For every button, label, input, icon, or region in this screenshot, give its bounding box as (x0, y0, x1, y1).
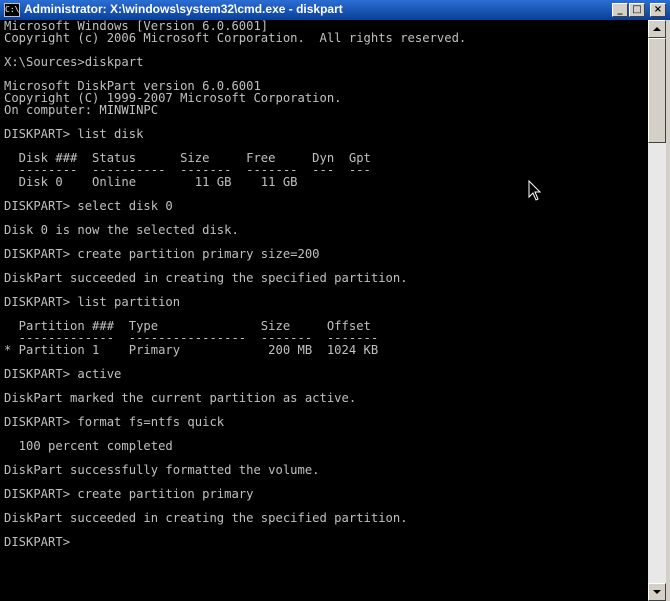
title-bar[interactable]: C:\ Administrator: X:\windows\system32\c… (0, 0, 670, 20)
console-line: On computer: MINWINPC (4, 103, 159, 117)
vertical-scrollbar[interactable] (648, 20, 666, 601)
console-line: DiskPart successfully formatted the volu… (4, 463, 320, 477)
console-line: DISKPART> list disk (4, 127, 144, 141)
cmd-icon[interactable]: C:\ (4, 3, 20, 17)
console-line: * Partition 1 Primary 200 MB 1024 KB (4, 343, 379, 357)
scroll-down-button[interactable] (648, 583, 666, 601)
console-line: 100 percent completed (4, 439, 173, 453)
console-line: DISKPART> format fs=ntfs quick (4, 415, 225, 429)
scroll-up-button[interactable] (648, 20, 666, 38)
mouse-pointer-icon (528, 180, 542, 201)
window-title: Administrator: X:\windows\system32\cmd.e… (24, 2, 343, 16)
console-output[interactable]: Microsoft Windows [Version 6.0.6001] Copy… (0, 20, 648, 601)
console-line: DISKPART> (4, 535, 71, 549)
maximize-button[interactable]: □ (629, 3, 645, 17)
down-arrow-icon (653, 590, 661, 594)
console-line: DiskPart succeeded in creating the speci… (4, 511, 408, 525)
up-arrow-icon (653, 27, 661, 31)
close-button[interactable]: × (650, 3, 666, 17)
console-text: Microsoft Windows [Version 6.0.6001] Copy… (4, 20, 466, 548)
console-line: DiskPart marked the current partition as… (4, 391, 357, 405)
window-border (666, 20, 670, 601)
console-line: Disk 0 Online 11 GB 11 GB (4, 175, 298, 189)
minimize-button[interactable]: _ (612, 3, 628, 17)
scrollbar-thumb[interactable] (648, 38, 666, 143)
console-line: Copyright (c) 2006 Microsoft Corporation… (4, 31, 467, 45)
cmd-window: C:\ Administrator: X:\windows\system32\c… (0, 0, 670, 601)
console-line: DiskPart succeeded in creating the speci… (4, 271, 408, 285)
console-line: DISKPART> active (4, 367, 122, 381)
console-line: DISKPART> create partition primary size=… (4, 247, 320, 261)
console-line: Disk 0 is now the selected disk. (4, 223, 239, 237)
console-line: DISKPART> list partition (4, 295, 181, 309)
console-line: DISKPART> select disk 0 (4, 199, 173, 213)
console-line: DISKPART> create partition primary (4, 487, 254, 501)
console-line: X:\Sources>diskpart (4, 55, 144, 69)
